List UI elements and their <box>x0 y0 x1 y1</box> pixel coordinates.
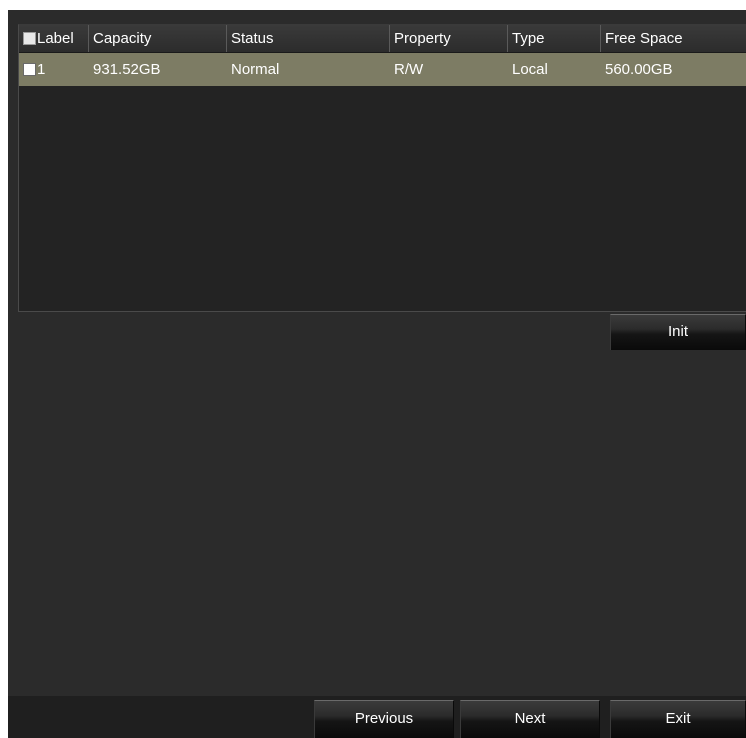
table-row[interactable]: 1 931.52GB Normal R/W Local 560.00GB <box>19 53 746 86</box>
cell-free-space: 560.00GB <box>605 61 673 78</box>
column-header-status[interactable]: Status <box>227 25 390 52</box>
exit-button[interactable]: Exit <box>610 700 746 738</box>
hdd-table: Label Capacity Status Property Type Free… <box>18 24 746 312</box>
column-header-type[interactable]: Type <box>508 25 601 52</box>
select-all-checkbox[interactable] <box>23 32 36 45</box>
column-header-label-text: Label <box>37 30 74 47</box>
hdd-management-window: Label Capacity Status Property Type Free… <box>8 10 746 738</box>
cell-type: Local <box>512 61 548 78</box>
row-checkbox[interactable] <box>23 63 36 76</box>
cell-property: R/W <box>394 61 424 78</box>
cell-label: 1 <box>19 53 89 86</box>
column-header-label: Label <box>19 25 89 52</box>
cell-capacity: 931.52GB <box>93 61 161 78</box>
footer-bar: Previous Next Exit <box>8 696 746 738</box>
column-header-capacity[interactable]: Capacity <box>89 25 227 52</box>
cell-status: Normal <box>231 61 280 78</box>
column-header-property[interactable]: Property <box>390 25 508 52</box>
init-button[interactable]: Init <box>610 314 746 350</box>
column-header-free-space[interactable]: Free Space <box>601 25 746 52</box>
next-button[interactable]: Next <box>460 700 600 738</box>
table-header: Label Capacity Status Property Type Free… <box>19 25 746 53</box>
previous-button[interactable]: Previous <box>314 700 454 738</box>
cell-label-text: 1 <box>37 61 46 78</box>
